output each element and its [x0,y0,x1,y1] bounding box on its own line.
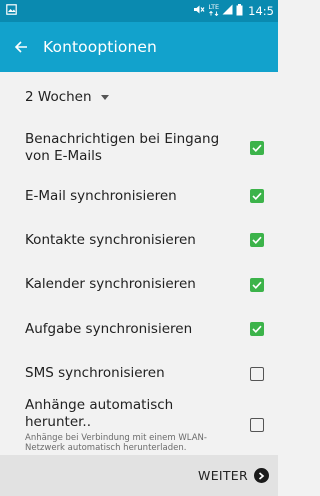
sms-sync-checkbox[interactable] [250,366,264,381]
battery-icon [236,3,243,19]
setting-row-email-sync[interactable]: E-Mail synchronisieren [0,174,278,218]
setting-label: SMS synchronisieren [25,365,165,381]
setting-row-calendar-sync[interactable]: Kalender synchronisieren [0,262,278,307]
email-sync-checkbox[interactable] [250,189,264,203]
attachments-checkbox[interactable] [250,418,264,432]
page-title: Kontooptionen [43,38,157,56]
app-bar: Kontooptionen [0,22,278,72]
setting-label: Benachrichtigen bei Eingang von E-Mails [25,131,220,164]
setting-label: Aufgabe synchronisieren [25,320,193,337]
status-bar: LTE 14:5 [0,0,278,22]
setting-label: Kalender synchronisieren [25,276,196,292]
tasks-sync-checkbox[interactable] [250,322,264,336]
setting-row-sms-sync[interactable]: SMS synchronisieren [0,351,278,396]
mute-icon [193,4,205,18]
contacts-sync-checkbox[interactable] [250,233,264,247]
arrow-back-icon[interactable] [9,35,33,59]
setting-row-attachments[interactable]: Anhänge automatisch herunter.. Anhänge b… [0,396,278,454]
sync-period-dropdown[interactable]: 2 Wochen [0,72,278,122]
setting-sublabel: Anhänge bei Verbindung mit einem WLAN-Ne… [25,433,207,453]
setting-label-group: Anhänge automatisch herunter.. Anhänge b… [25,397,250,453]
calendar-sync-checkbox[interactable] [250,277,264,292]
status-time: 14:5 [248,4,274,18]
setting-label: Anhänge automatisch herunter.. [25,397,174,430]
setting-label: E-Mail synchronisieren [25,187,177,204]
sync-period-value: 2 Wochen [25,89,92,105]
next-button[interactable]: WEITER [198,468,269,483]
gallery-icon [6,4,17,18]
next-button-label: WEITER [198,468,248,483]
dropdown-caret-icon [100,94,109,100]
setting-label: Kontakte synchronisieren [25,231,196,248]
notify-checkbox[interactable] [250,141,264,155]
setting-row-notify[interactable]: Benachrichtigen bei Eingang von E-Mails [0,122,278,174]
signal-icon [222,4,233,18]
setting-row-contacts-sync[interactable]: Kontakte synchronisieren [0,218,278,262]
network-type-label: LTE [208,3,220,11]
footer-bar: WEITER [0,455,278,496]
setting-row-tasks-sync[interactable]: Aufgabe synchronisieren [0,307,278,351]
lte-icon: LTE [208,4,219,18]
settings-content: 2 Wochen Benachrichtigen bei Eingang von… [0,72,278,454]
chevron-right-icon [254,468,269,483]
